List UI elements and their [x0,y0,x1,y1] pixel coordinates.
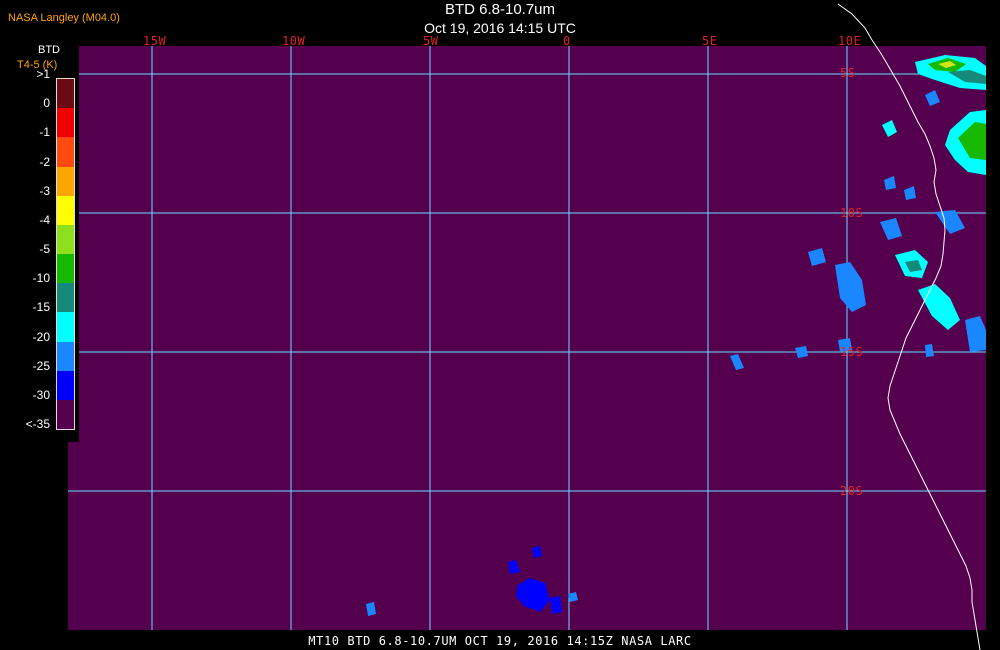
legend-label: -5 [39,242,50,256]
legend-colorbar [56,78,75,430]
legend-label: <-35 [25,417,50,431]
footer-caption: MT10 BTD 6.8-10.7UM OCT 19, 2016 14:15Z … [308,634,692,648]
legend-swatch [57,370,74,401]
legend-swatch [57,283,74,313]
legend-label: -2 [39,154,50,169]
legend-label: -20 [32,329,50,344]
color-legend: BTD T4-5 (K) >1 0 -1 -2 -3 -4 -5 -10 -15 -20 -25 -3… [0,44,79,442]
legend-label: -25 [32,358,50,373]
legend-swatch [57,312,74,342]
lon-label: 15W [143,34,167,48]
lat-label: 15S [840,345,864,359]
legend-label: -1 [39,125,50,140]
lon-label: 10W [282,34,306,48]
legend-swatch [57,195,74,226]
lon-label: 5W [423,34,439,48]
legend-swatch [57,224,74,255]
legend-label: -3 [39,183,50,198]
legend-label: 0 [43,96,50,111]
lat-label: 20S [840,484,864,498]
legend-swatch [57,254,74,284]
lat-label: 5S [840,66,856,80]
legend-label: -10 [32,271,50,286]
legend-label: >1 [36,67,50,81]
lon-label: 10E [838,34,862,48]
legend-label: -30 [32,387,50,402]
lon-label: 0 [563,34,571,48]
cloud-blue-patch [550,596,562,614]
legend-swatch [57,166,74,197]
legend-swatch [57,399,74,430]
lon-label: 5E [702,34,718,48]
lat-label: 10S [840,206,864,220]
legend-label: -4 [39,212,50,227]
satellite-map[interactable] [0,0,1000,650]
legend-swatch [57,108,74,138]
legend-swatch [57,341,74,372]
legend-label: -15 [32,300,50,315]
legend-swatch [57,137,74,167]
map-background [68,46,986,630]
legend-swatch [57,79,74,109]
legend-title: BTD [38,44,60,56]
